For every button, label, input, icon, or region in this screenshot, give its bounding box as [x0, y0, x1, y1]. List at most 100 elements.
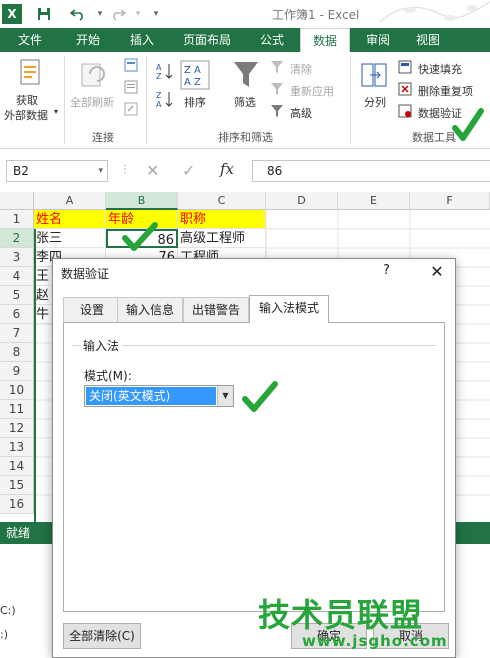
row-header[interactable]: 2 [0, 229, 34, 248]
svg-text:A: A [156, 100, 162, 108]
row-header[interactable]: 14 [0, 457, 34, 476]
insert-function-icon[interactable]: fx [220, 160, 234, 178]
ime-mode-panel: 输入法 模式(M): 关闭(英文模式) ▼ [63, 322, 445, 612]
clear-filter-icon[interactable] [270, 60, 284, 77]
column-header-f[interactable]: F [410, 192, 490, 210]
help-button[interactable]: ? [383, 263, 390, 278]
filter-label[interactable]: 筛选 [234, 94, 256, 110]
text-to-columns-icon[interactable] [360, 60, 388, 93]
chevron-down-icon[interactable]: ▼ [217, 386, 233, 406]
row-header[interactable]: 13 [0, 438, 34, 457]
watermark-url: www.jsgho.com [302, 632, 448, 650]
background-text-fragment: C:) [0, 604, 16, 617]
get-external-data-label-1[interactable]: 获取 [16, 92, 38, 108]
cell-a1[interactable]: 姓名 [34, 210, 106, 229]
row-header[interactable]: 11 [0, 400, 34, 419]
row-header[interactable]: 8 [0, 343, 34, 362]
row-header[interactable]: 7 [0, 324, 34, 343]
clear-label[interactable]: 清除 [290, 61, 312, 77]
close-button[interactable]: ✕ [425, 261, 449, 283]
remove-duplicates-icon[interactable] [398, 82, 412, 99]
advanced-filter-icon[interactable] [270, 104, 284, 121]
tab-insert[interactable]: 插入 [118, 28, 166, 52]
tab-formulas[interactable]: 公式 [250, 28, 294, 52]
save-icon[interactable] [34, 4, 54, 24]
cell-c2[interactable]: 高级工程师 [178, 229, 266, 248]
cell-c1[interactable]: 职称 [178, 210, 266, 229]
dialog-title: 数据验证 [61, 267, 110, 281]
svg-text:Z A: Z A [184, 65, 201, 76]
advanced-label[interactable]: 高级 [290, 105, 312, 121]
reapply-label[interactable]: 重新应用 [290, 83, 334, 99]
formula-bar: B2 ▾ ⋮ ✕ ✓ fx 86 [0, 156, 490, 186]
more-options-icon[interactable]: ⋮ [120, 164, 130, 175]
tab-file[interactable]: 文件 [0, 28, 60, 52]
name-box[interactable]: B2 ▾ [6, 160, 108, 182]
flash-fill-icon[interactable] [398, 60, 412, 77]
refresh-all-label[interactable]: 全部刷新 [70, 94, 114, 110]
reapply-icon[interactable] [270, 82, 284, 99]
tab-error-alert[interactable]: 出错警告 [183, 297, 249, 322]
column-header-c[interactable]: C [178, 192, 266, 210]
external-data-icon[interactable] [18, 58, 44, 91]
cell-a5[interactable]: 赵 [34, 286, 54, 305]
row-header[interactable]: 5 [0, 286, 34, 305]
column-header-e[interactable]: E [338, 192, 410, 210]
cell-a6[interactable]: 牛 [34, 305, 54, 324]
undo-icon[interactable] [68, 4, 88, 24]
get-external-data-label-2[interactable]: 外部数据 [4, 107, 48, 123]
connections-group-label: 连接 [92, 131, 114, 144]
connections-icon[interactable] [124, 58, 138, 75]
tab-page-layout[interactable]: 页面布局 [172, 28, 242, 52]
checkmark-icon [122, 222, 158, 255]
edit-links-icon[interactable] [124, 102, 138, 119]
sort-label[interactable]: 排序 [184, 94, 206, 110]
tab-home[interactable]: 开始 [64, 28, 112, 52]
data-validation-icon[interactable] [398, 104, 412, 121]
redo-icon[interactable] [108, 4, 128, 24]
tab-review[interactable]: 审阅 [356, 28, 400, 52]
properties-icon[interactable] [124, 80, 138, 97]
formula-input[interactable]: 86 [252, 160, 490, 182]
row-header[interactable]: 16 [0, 495, 34, 514]
tab-input-message[interactable]: 输入信息 [117, 297, 183, 322]
redo-dropdown-icon[interactable]: ▾ [128, 4, 148, 24]
row-header[interactable]: 9 [0, 362, 34, 381]
sort-ascending-icon[interactable]: AZ [156, 62, 174, 83]
mode-select[interactable]: 关闭(英文模式) ▼ [84, 385, 234, 407]
row-header[interactable]: 12 [0, 419, 34, 438]
remove-duplicates-label[interactable]: 删除重复项 [418, 83, 473, 99]
customize-quick-access-icon[interactable]: ▾ [146, 4, 166, 24]
name-box-dropdown-icon[interactable]: ▾ [98, 161, 103, 181]
clear-all-button[interactable]: 全部清除(C) [63, 623, 141, 649]
column-header-a[interactable]: A [34, 192, 106, 210]
row-header[interactable]: 4 [0, 267, 34, 286]
select-all-corner[interactable] [0, 192, 34, 210]
sort-descending-icon[interactable]: ZA [156, 90, 174, 111]
column-header-b[interactable]: B [106, 192, 178, 210]
flash-fill-label[interactable]: 快速填充 [418, 61, 462, 77]
column-header-d[interactable]: D [266, 192, 338, 210]
cell-a4[interactable]: 王 [34, 267, 54, 286]
refresh-all-icon[interactable] [80, 60, 108, 93]
confirm-entry-icon[interactable]: ✓ [182, 161, 195, 180]
sort-icon[interactable]: Z AA Z [180, 60, 210, 93]
excel-window: X ▾ ▾ ▾ 工作簿1 - Excel 文件 开始 插入 页面布局 公式 数据… [0, 0, 490, 658]
text-to-columns-label[interactable]: 分列 [364, 94, 386, 110]
row-header[interactable]: 10 [0, 381, 34, 400]
cell-a2[interactable]: 张三 [34, 229, 106, 248]
row-header[interactable]: 3 [0, 248, 34, 267]
tab-view[interactable]: 视图 [406, 28, 450, 52]
tab-settings[interactable]: 设置 [63, 297, 121, 322]
ribbon-separator [64, 56, 65, 144]
row-header[interactable]: 1 [0, 210, 34, 229]
cancel-entry-icon[interactable]: ✕ [146, 161, 159, 180]
external-data-dropdown-icon[interactable]: ▾ [54, 107, 58, 116]
undo-dropdown-icon[interactable]: ▾ [90, 4, 110, 24]
row-header[interactable]: 6 [0, 305, 34, 324]
tab-data[interactable]: 数据 [300, 28, 350, 52]
data-tools-group-label: 数据工具 [412, 131, 456, 144]
filter-icon[interactable] [232, 60, 260, 93]
tab-ime-mode[interactable]: 输入法模式 [249, 295, 329, 323]
row-header[interactable]: 15 [0, 476, 34, 495]
